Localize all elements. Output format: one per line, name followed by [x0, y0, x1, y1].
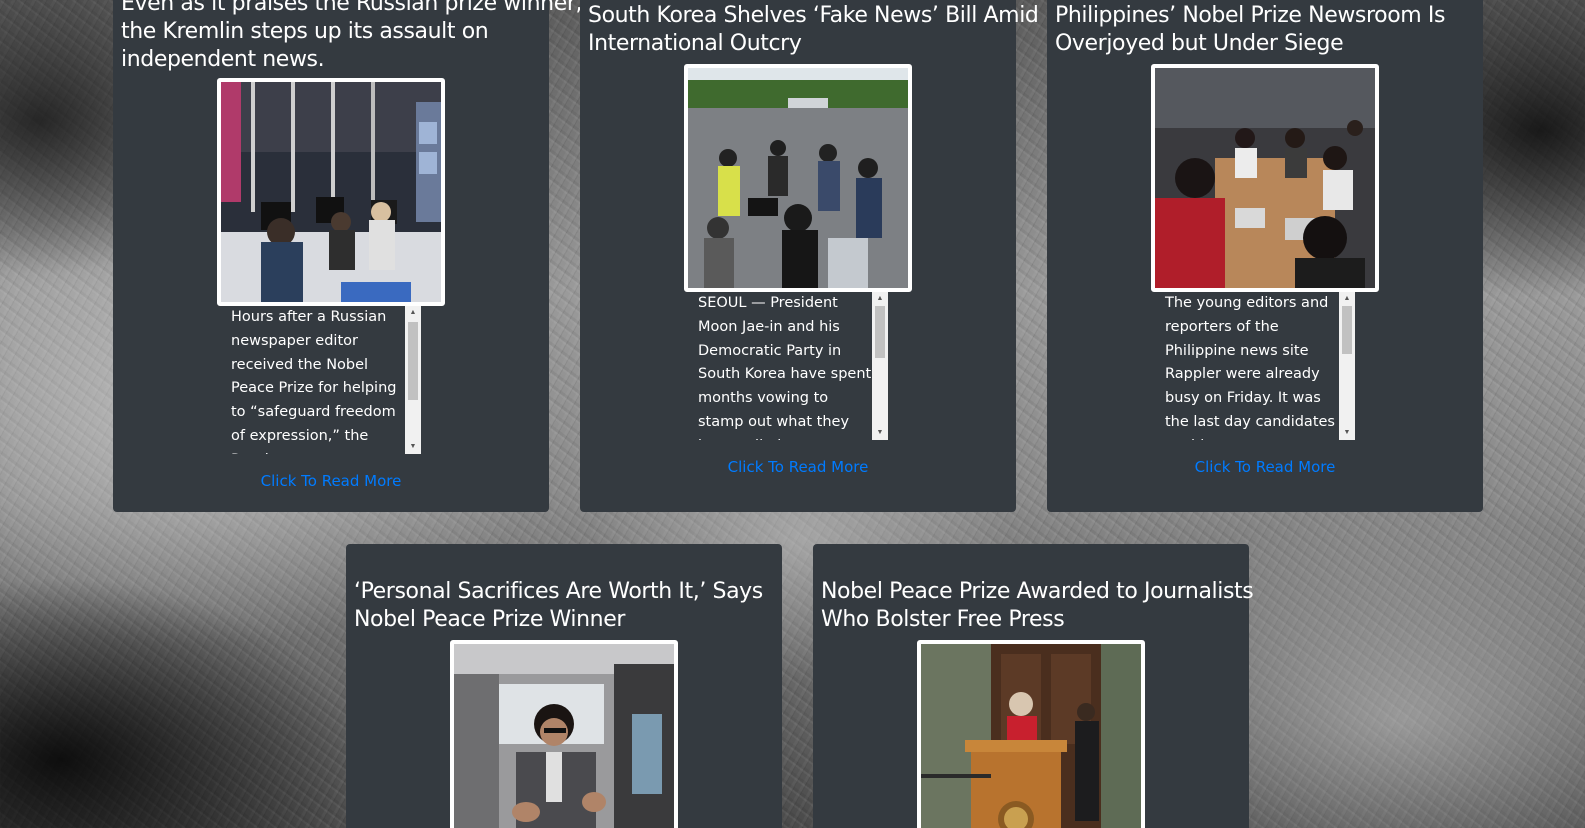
title-line: Nobel Peace Prize Awarded to Journalists: [821, 579, 1254, 604]
article-card: ‘Personal Sacrifices Are Worth It,’ Says…: [346, 544, 782, 828]
article-card: Philippines’ Nobel Prize Newsroom Is Ove…: [1047, 0, 1483, 512]
title-line: International Outcry: [588, 31, 802, 56]
title-line: South Korea Shelves ‘Fake News’ Bill Ami…: [588, 3, 1039, 28]
press-crowd-photo: [684, 64, 912, 292]
article-card: South Korea Shelves ‘Fake News’ Bill Ami…: [580, 0, 1039, 512]
read-more-link[interactable]: Click To Read More: [580, 458, 1016, 476]
article-title: Philippines’ Nobel Prize Newsroom Is Ove…: [1055, 2, 1475, 58]
title-line: Philippines’ Nobel Prize Newsroom Is: [1055, 3, 1446, 28]
summary-text: Hours after a Russian newspaper editor r…: [231, 309, 397, 454]
article-title: South Korea Shelves ‘Fake News’ Bill Ami…: [588, 2, 1039, 58]
scroll-thumb[interactable]: [408, 322, 418, 400]
newsroom-photo-art: [221, 82, 441, 302]
newsroom-photo: [217, 78, 445, 306]
article-card: Even as it praises the Russian prize win…: [113, 0, 582, 512]
podium-announcement-photo: [917, 640, 1145, 828]
article-summary[interactable]: SEOUL — President Moon Jae-in and his De…: [692, 292, 888, 440]
article-summary[interactable]: The young editors and reporters of the P…: [1159, 292, 1355, 440]
title-line: Who Bolster Free Press: [821, 607, 1065, 632]
summary-scrollbar[interactable]: ▲ ▼: [405, 306, 421, 454]
scroll-thumb[interactable]: [1342, 306, 1352, 354]
title-line: the Kremlin steps up its assault on: [121, 19, 489, 44]
scroll-down-icon[interactable]: ▼: [1339, 426, 1355, 440]
car-interview-photo: [450, 640, 678, 828]
title-line: Overjoyed but Under Siege: [1055, 31, 1344, 56]
scroll-down-icon[interactable]: ▼: [405, 440, 421, 454]
scroll-up-icon[interactable]: ▲: [1339, 292, 1355, 306]
article-title: Even as it praises the Russian prize win…: [121, 0, 582, 74]
editors-meeting-photo: [1151, 64, 1379, 292]
scroll-up-icon[interactable]: ▲: [405, 306, 421, 320]
read-more-link[interactable]: Click To Read More: [1047, 458, 1483, 476]
article-card: Nobel Peace Prize Awarded to Journalists…: [813, 544, 1254, 828]
press-crowd-photo-art: [688, 68, 908, 288]
scroll-down-icon[interactable]: ▼: [872, 426, 888, 440]
title-line: ‘Personal Sacrifices Are Worth It,’ Says: [354, 579, 763, 604]
article-title: ‘Personal Sacrifices Are Worth It,’ Says…: [354, 578, 774, 634]
scroll-up-icon[interactable]: ▲: [872, 292, 888, 306]
article-title: Nobel Peace Prize Awarded to Journalists…: [821, 578, 1254, 634]
scroll-thumb[interactable]: [875, 306, 885, 358]
title-line: Nobel Peace Prize Winner: [354, 607, 626, 632]
title-line: Even as it praises the Russian prize win…: [121, 0, 583, 16]
car-interview-photo-art: [454, 644, 674, 828]
podium-announcement-photo-art: [921, 644, 1141, 828]
summary-scrollbar[interactable]: ▲ ▼: [872, 292, 888, 440]
summary-text: SEOUL — President Moon Jae-in and his De…: [698, 295, 872, 440]
summary-scrollbar[interactable]: ▲ ▼: [1339, 292, 1355, 440]
read-more-link[interactable]: Click To Read More: [113, 472, 549, 490]
title-line: independent news.: [121, 47, 325, 72]
summary-text: The young editors and reporters of the P…: [1165, 295, 1335, 440]
article-summary[interactable]: Hours after a Russian newspaper editor r…: [225, 306, 421, 454]
editors-meeting-photo-art: [1155, 68, 1375, 288]
